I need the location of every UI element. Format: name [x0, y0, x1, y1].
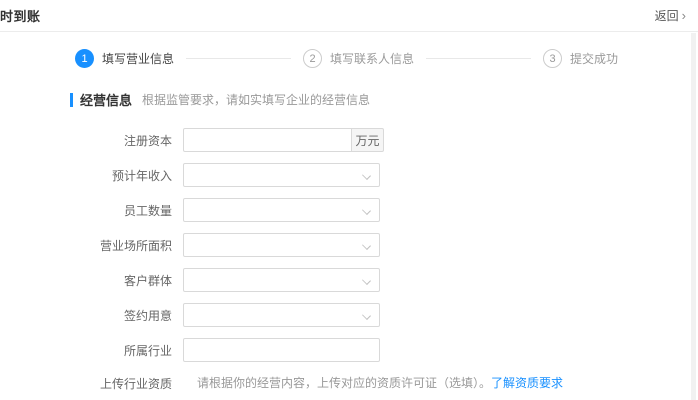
registered-capital-label: 注册资本: [123, 133, 172, 148]
unit-addon-wanyuan: 万元: [352, 128, 384, 152]
step-3-circle: 3: [543, 49, 562, 68]
step-indicator: 1 填写营业信息 2 填写联系人信息 3 提交成功: [75, 49, 618, 68]
form-row-premises-area: 营业场所面积: [0, 233, 698, 257]
premises-area-label: 营业场所面积: [99, 238, 172, 253]
step-2-circle: 2: [303, 49, 322, 68]
form-row-registered-capital: 注册资本 万元: [0, 128, 698, 152]
form-row-industry: 所属行业: [0, 338, 698, 362]
chevron-down-icon: [362, 276, 371, 285]
industry-input[interactable]: [183, 338, 380, 362]
page: 时到账 返回 › 1 填写营业信息 2 填写联系人信息 3 提交成功 经营信息 …: [0, 0, 698, 400]
form-row-customer-group: 客户群体: [0, 268, 698, 292]
annual-income-label: 预计年收入: [111, 168, 172, 183]
upload-description: 请根据你的经营内容，上传对应的资质许可证（选填）。了解资质要求: [197, 376, 563, 390]
chevron-down-icon: [362, 311, 371, 320]
employee-count-select[interactable]: [183, 198, 380, 222]
signing-intent-label: 签约用意: [123, 308, 172, 323]
annual-income-select[interactable]: [183, 163, 380, 187]
step-connector: [426, 58, 531, 59]
customer-group-select[interactable]: [183, 268, 380, 292]
chevron-right-icon: ›: [681, 8, 686, 23]
section-header: 经营信息 根据监管要求，请如实填写企业的经营信息: [70, 90, 698, 109]
step-submit-success: 3 提交成功: [543, 49, 618, 68]
industry-label: 所属行业: [123, 343, 172, 358]
step-connector: [186, 58, 291, 59]
form-row-annual-income: 预计年收入: [0, 163, 698, 187]
registered-capital-input[interactable]: [183, 128, 352, 152]
form-row-employee-count: 员工数量: [0, 198, 698, 222]
step-3-label: 提交成功: [570, 52, 619, 66]
page-title: 时到账: [0, 9, 41, 24]
chevron-down-icon: [362, 241, 371, 250]
header-bar: 时到账 返回 ›: [0, 0, 698, 32]
scrollbar[interactable]: [691, 33, 696, 400]
signing-intent-select[interactable]: [183, 303, 380, 327]
section-description: 根据监管要求，请如实填写企业的经营信息: [142, 93, 371, 107]
form-row-upload-qualification: 上传行业资质 请根据你的经营内容，上传对应的资质许可证（选填）。了解资质要求: [0, 375, 698, 400]
section-title: 经营信息: [80, 93, 133, 108]
qualification-requirements-link[interactable]: 了解资质要求: [491, 376, 563, 390]
step-fill-business-info: 1 填写营业信息: [75, 49, 174, 68]
step-fill-contact-info: 2 填写联系人信息: [303, 49, 414, 68]
back-link-label: 返回: [654, 9, 679, 23]
customer-group-label: 客户群体: [123, 273, 172, 288]
step-2-label: 填写联系人信息: [330, 52, 415, 66]
upload-qualification-label: 上传行业资质: [99, 377, 172, 391]
upload-description-text: 请根据你的经营内容，上传对应的资质许可证（选填）。: [197, 376, 492, 390]
premises-area-select[interactable]: [183, 233, 380, 257]
section-accent-bar: [70, 92, 73, 107]
step-1-label: 填写营业信息: [102, 52, 175, 66]
form-row-signing-intent: 签约用意: [0, 303, 698, 327]
business-info-form: 注册资本 万元 预计年收入 员工数量 营业场所面积 客户群体 签约用意 所属行业…: [0, 128, 698, 400]
back-link[interactable]: 返回 ›: [655, 7, 686, 24]
employee-count-label: 员工数量: [123, 203, 172, 218]
chevron-down-icon: [362, 206, 371, 215]
step-1-circle: 1: [75, 49, 94, 68]
chevron-down-icon: [362, 171, 371, 180]
